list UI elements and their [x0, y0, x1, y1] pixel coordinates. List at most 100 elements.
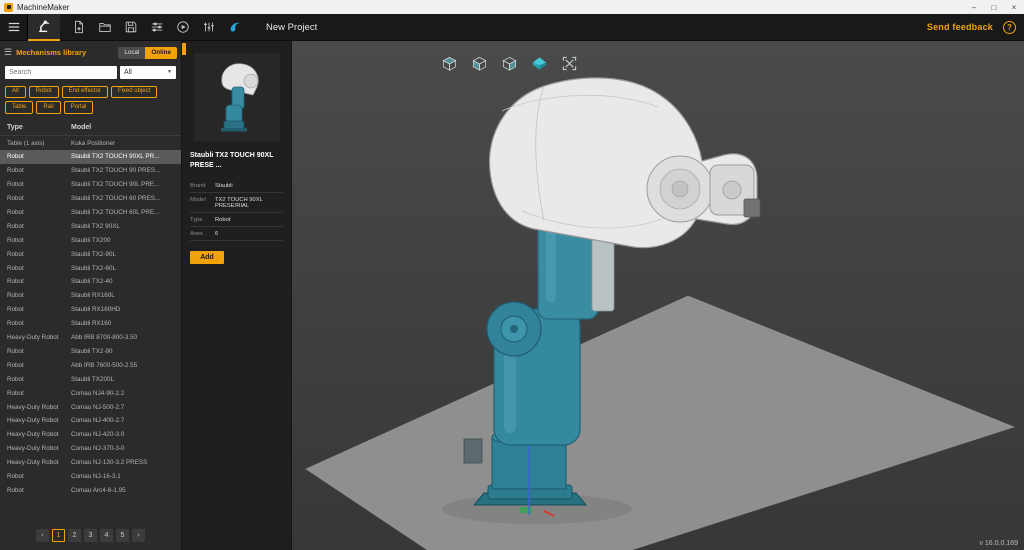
- filter-chip-all[interactable]: All: [5, 86, 26, 99]
- library-title: Mechanisms library: [16, 48, 86, 57]
- minimize-button[interactable]: –: [964, 0, 984, 14]
- table-row[interactable]: RobotStaubli RX160L: [0, 289, 181, 303]
- category-dropdown[interactable]: All ▼: [120, 66, 176, 79]
- table-row[interactable]: Heavy-Duty RobotComau NJ-400-2.7: [0, 414, 181, 428]
- page-next-button[interactable]: ›: [132, 529, 145, 542]
- table-row[interactable]: RobotComau NJ4-90-2.2: [0, 386, 181, 400]
- table-row[interactable]: RobotStaubli TX200: [0, 233, 181, 247]
- column-header-type: Type: [7, 124, 71, 131]
- page-button-1[interactable]: 1: [52, 529, 65, 542]
- filter-chip-portal[interactable]: Portal: [64, 101, 94, 114]
- send-feedback-link[interactable]: Send feedback: [927, 22, 993, 32]
- table-row[interactable]: RobotComau NJ-16-3.1: [0, 470, 181, 484]
- page-button-2[interactable]: 2: [68, 529, 81, 542]
- open-project-icon[interactable]: [92, 15, 118, 39]
- row-model: Staubli RX160L: [71, 292, 174, 299]
- view-cube-front-icon[interactable]: [470, 54, 488, 72]
- thumbnail-robot-image: [201, 57, 273, 137]
- row-type: Robot: [7, 292, 71, 299]
- field-value: Staubli: [215, 183, 283, 189]
- table-row[interactable]: RobotStaubli TX200L: [0, 372, 181, 386]
- filter-chip-end-effector[interactable]: End effector: [62, 86, 108, 99]
- row-type: Robot: [7, 251, 71, 258]
- play-icon[interactable]: [170, 15, 196, 39]
- table-row[interactable]: Table (1 axis)Kuka Positioner: [0, 136, 181, 150]
- save-icon[interactable]: [118, 15, 144, 39]
- page-button-5[interactable]: 5: [116, 529, 129, 542]
- row-model: Comau NJ-400-2.7: [71, 417, 174, 424]
- table-row[interactable]: RobotStaubli RX160HD: [0, 303, 181, 317]
- table-row[interactable]: Heavy-Duty RobotComau NJ-130-3.2 PRESS: [0, 456, 181, 470]
- table-row[interactable]: RobotStaubli TX2-90: [0, 345, 181, 359]
- robot-arm-icon[interactable]: [28, 14, 60, 41]
- row-type: Robot: [7, 473, 71, 480]
- fit-view-icon[interactable]: [560, 54, 578, 72]
- row-model: Comau NJ-370-3-0: [71, 445, 174, 452]
- field-value: TX2 TOUCH 90XL PRESE/RIAL: [215, 197, 283, 209]
- filter-chips: AllRobotEnd effectorFixed object TableRai…: [0, 82, 181, 118]
- row-model: Comau NJ-500-2.7: [71, 404, 174, 411]
- view-cube-side-icon[interactable]: [500, 54, 518, 72]
- table-row[interactable]: RobotStaubli TX2 TOUCH 90L PRE...: [0, 178, 181, 192]
- table-row[interactable]: Heavy-Duty RobotComau NJ-420-3.0: [0, 428, 181, 442]
- page-prev-button[interactable]: ‹: [36, 529, 49, 542]
- viewport-3d[interactable]: v 16.0.0.169: [292, 41, 1024, 550]
- field-label: Model: [190, 197, 210, 203]
- row-model: Comau NJ-130-3.2 PRESS: [71, 459, 174, 466]
- detail-field-model: Model TX2 TOUCH 90XL PRESE/RIAL: [190, 193, 283, 213]
- table-row[interactable]: RobotStaubli TX2-40: [0, 275, 181, 289]
- panel-collapse-handle[interactable]: [182, 43, 186, 55]
- library-menu-icon[interactable]: ☰: [4, 48, 12, 57]
- online-toggle-button[interactable]: Online: [145, 47, 177, 59]
- machinemaker-app: MachineMaker – □ × New Project Send feed…: [0, 0, 1024, 550]
- page-button-4[interactable]: 4: [100, 529, 113, 542]
- page-button-3[interactable]: 3: [84, 529, 97, 542]
- row-type: Robot: [7, 237, 71, 244]
- title-bar: MachineMaker – □ ×: [0, 0, 1024, 14]
- filter-chip-fixed-object[interactable]: Fixed object: [111, 86, 157, 99]
- local-toggle-button[interactable]: Local: [118, 47, 145, 59]
- table-row[interactable]: RobotAbb IRB 7600-500-2.55: [0, 358, 181, 372]
- table-row[interactable]: RobotComau Arc4-6-1.95: [0, 483, 181, 497]
- table-row[interactable]: RobotStaubli TX2-60L: [0, 261, 181, 275]
- add-button[interactable]: Add: [190, 251, 224, 264]
- field-value: Robot: [215, 217, 283, 223]
- table-row[interactable]: RobotStaubli TX2 TOUCH 90XL PR...: [0, 150, 181, 164]
- row-type: Heavy-Duty Robot: [7, 445, 71, 452]
- table-row[interactable]: RobotStaubli TX2-90L: [0, 247, 181, 261]
- table-row[interactable]: Heavy-Duty RobotComau NJ-370-3-0: [0, 442, 181, 456]
- view-cube-top-icon[interactable]: [440, 54, 458, 72]
- table-row[interactable]: RobotStaubli TX2 TOUCH 60 PRES...: [0, 192, 181, 206]
- close-button[interactable]: ×: [1004, 0, 1024, 14]
- row-type: Robot: [7, 167, 71, 174]
- table-row[interactable]: RobotStaubli TX2 TOUCH 90 PRES...: [0, 164, 181, 178]
- window-controls: – □ ×: [964, 0, 1024, 14]
- row-model: Staubli TX2 TOUCH 90 PRES...: [71, 167, 174, 174]
- table-row[interactable]: Heavy-Duty RobotAbb IRB 8700-800-3.50: [0, 331, 181, 345]
- table-row[interactable]: RobotStaubli RX160: [0, 317, 181, 331]
- row-model: Staubli RX160HD: [71, 306, 174, 313]
- field-label: Brand: [190, 183, 210, 189]
- settings-sliders-icon[interactable]: [144, 15, 170, 39]
- isometric-view-icon[interactable]: [530, 54, 548, 72]
- new-project-icon[interactable]: [66, 15, 92, 39]
- row-model: Staubli TX2 90XL: [71, 223, 174, 230]
- mechanisms-list: Table (1 axis)Kuka PositionerRobotStaubl…: [0, 136, 181, 523]
- table-row[interactable]: RobotStaubli TX2 TOUCH 60L PRE...: [0, 206, 181, 220]
- maximize-button[interactable]: □: [984, 0, 1004, 14]
- table-row[interactable]: RobotStaubli TX2 90XL: [0, 219, 181, 233]
- menu-icon[interactable]: [0, 14, 28, 41]
- help-button[interactable]: ?: [1003, 21, 1016, 34]
- table-row[interactable]: Heavy-Duty RobotComau NJ-500-2.7: [0, 400, 181, 414]
- row-model: Staubli TX2-90: [71, 348, 174, 355]
- filter-chip-table[interactable]: Table: [5, 101, 33, 114]
- field-label: Type: [190, 217, 210, 223]
- row-model: Staubli TX2 TOUCH 90L PRE...: [71, 181, 174, 188]
- row-type: Heavy-Duty Robot: [7, 459, 71, 466]
- filter-chip-robot[interactable]: Robot: [29, 86, 59, 99]
- search-input[interactable]: [5, 66, 117, 79]
- source-toggle: Local Online: [118, 47, 177, 59]
- filter-chip-rail[interactable]: Rail: [36, 101, 60, 114]
- measure-icon[interactable]: [196, 15, 222, 39]
- row-model: Staubli TX2-60L: [71, 265, 174, 272]
